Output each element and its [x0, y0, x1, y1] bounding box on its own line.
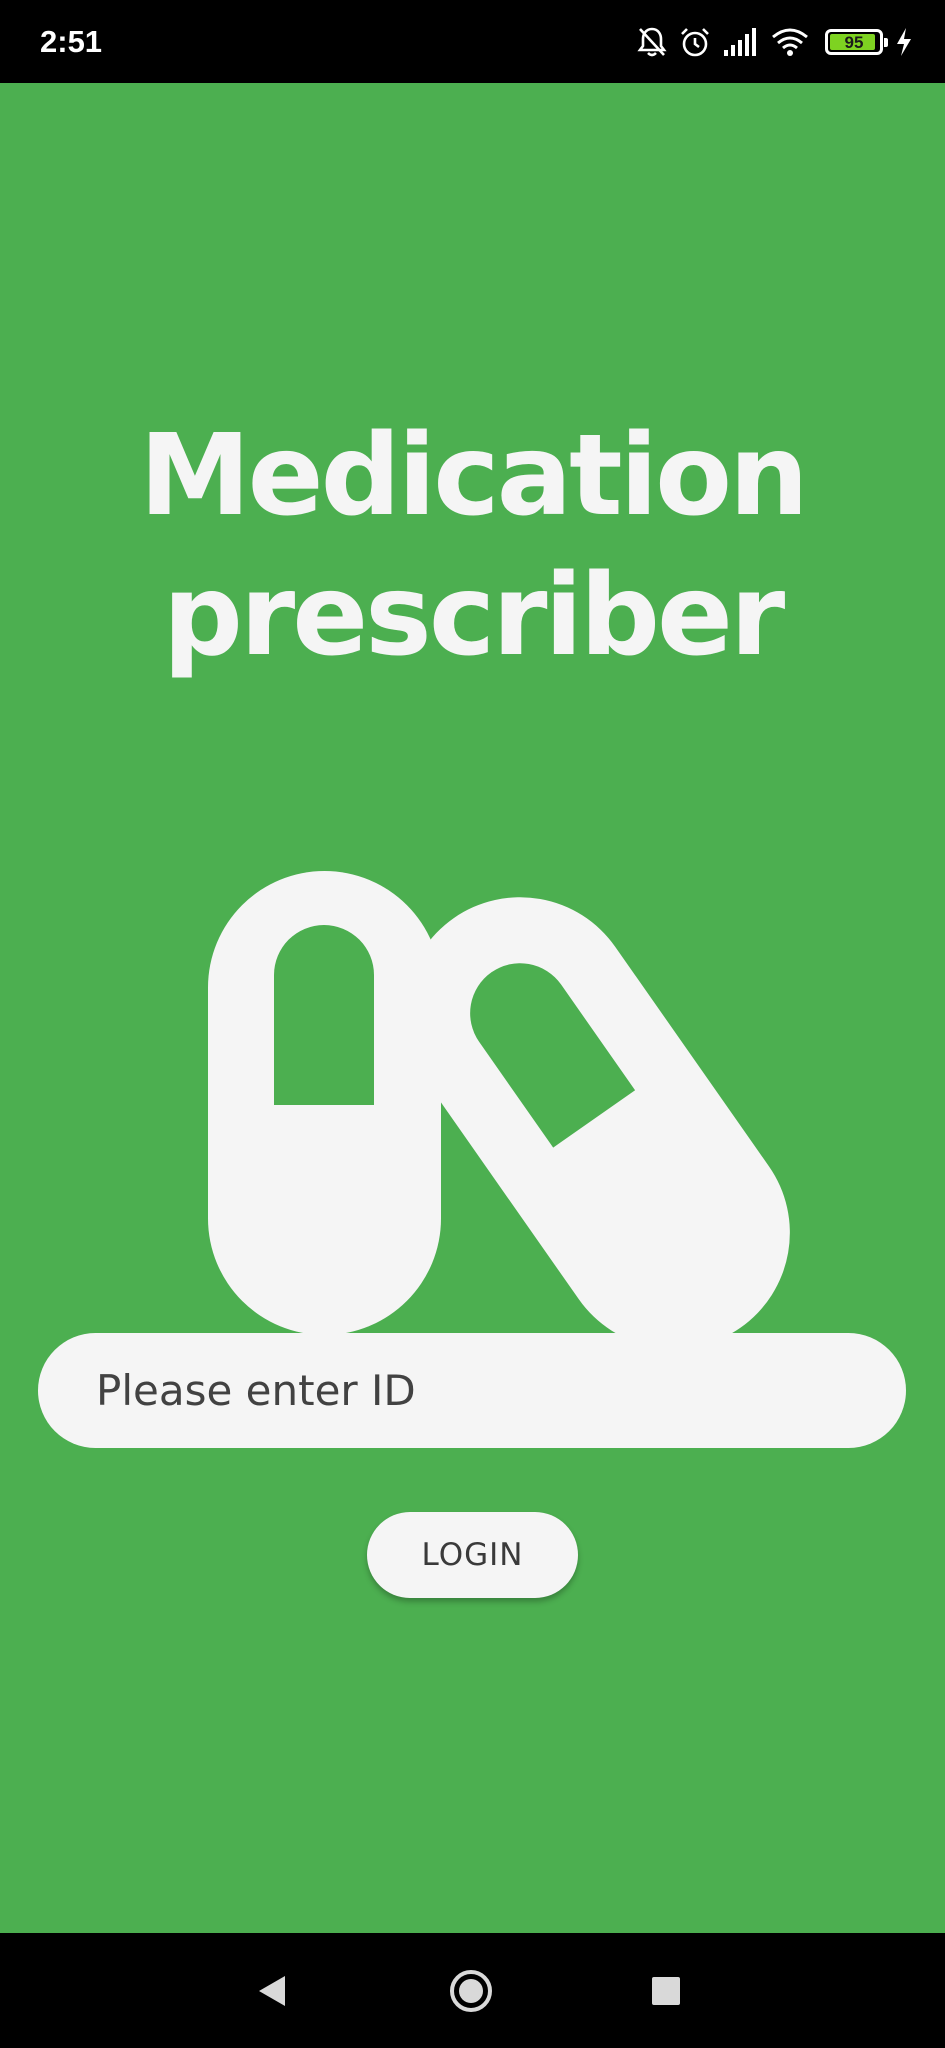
wifi-icon	[771, 27, 809, 57]
navigation-bar	[0, 1933, 945, 2048]
id-input[interactable]	[38, 1333, 906, 1448]
charging-icon	[895, 27, 913, 57]
status-icons: 95	[637, 22, 913, 62]
login-screen: Medication prescriber LOGIN	[0, 83, 945, 1933]
status-bar: 2:51 95	[0, 0, 945, 83]
login-button[interactable]: LOGIN	[367, 1512, 578, 1598]
battery-level: 95	[844, 33, 864, 52]
status-time: 2:51	[40, 24, 103, 59]
battery-icon: 95	[825, 29, 888, 55]
recents-icon[interactable]	[636, 1961, 696, 2021]
app-title: Medication prescriber	[0, 406, 945, 686]
back-icon[interactable]	[242, 1961, 302, 2021]
app-title-line2: prescriber	[162, 551, 785, 681]
app-title-line1: Medication	[139, 411, 809, 541]
bell-off-icon	[637, 26, 667, 58]
signal-icon	[723, 28, 759, 56]
pills-icon	[205, 868, 805, 1349]
home-icon[interactable]	[441, 1961, 501, 2021]
alarm-icon	[679, 26, 711, 58]
